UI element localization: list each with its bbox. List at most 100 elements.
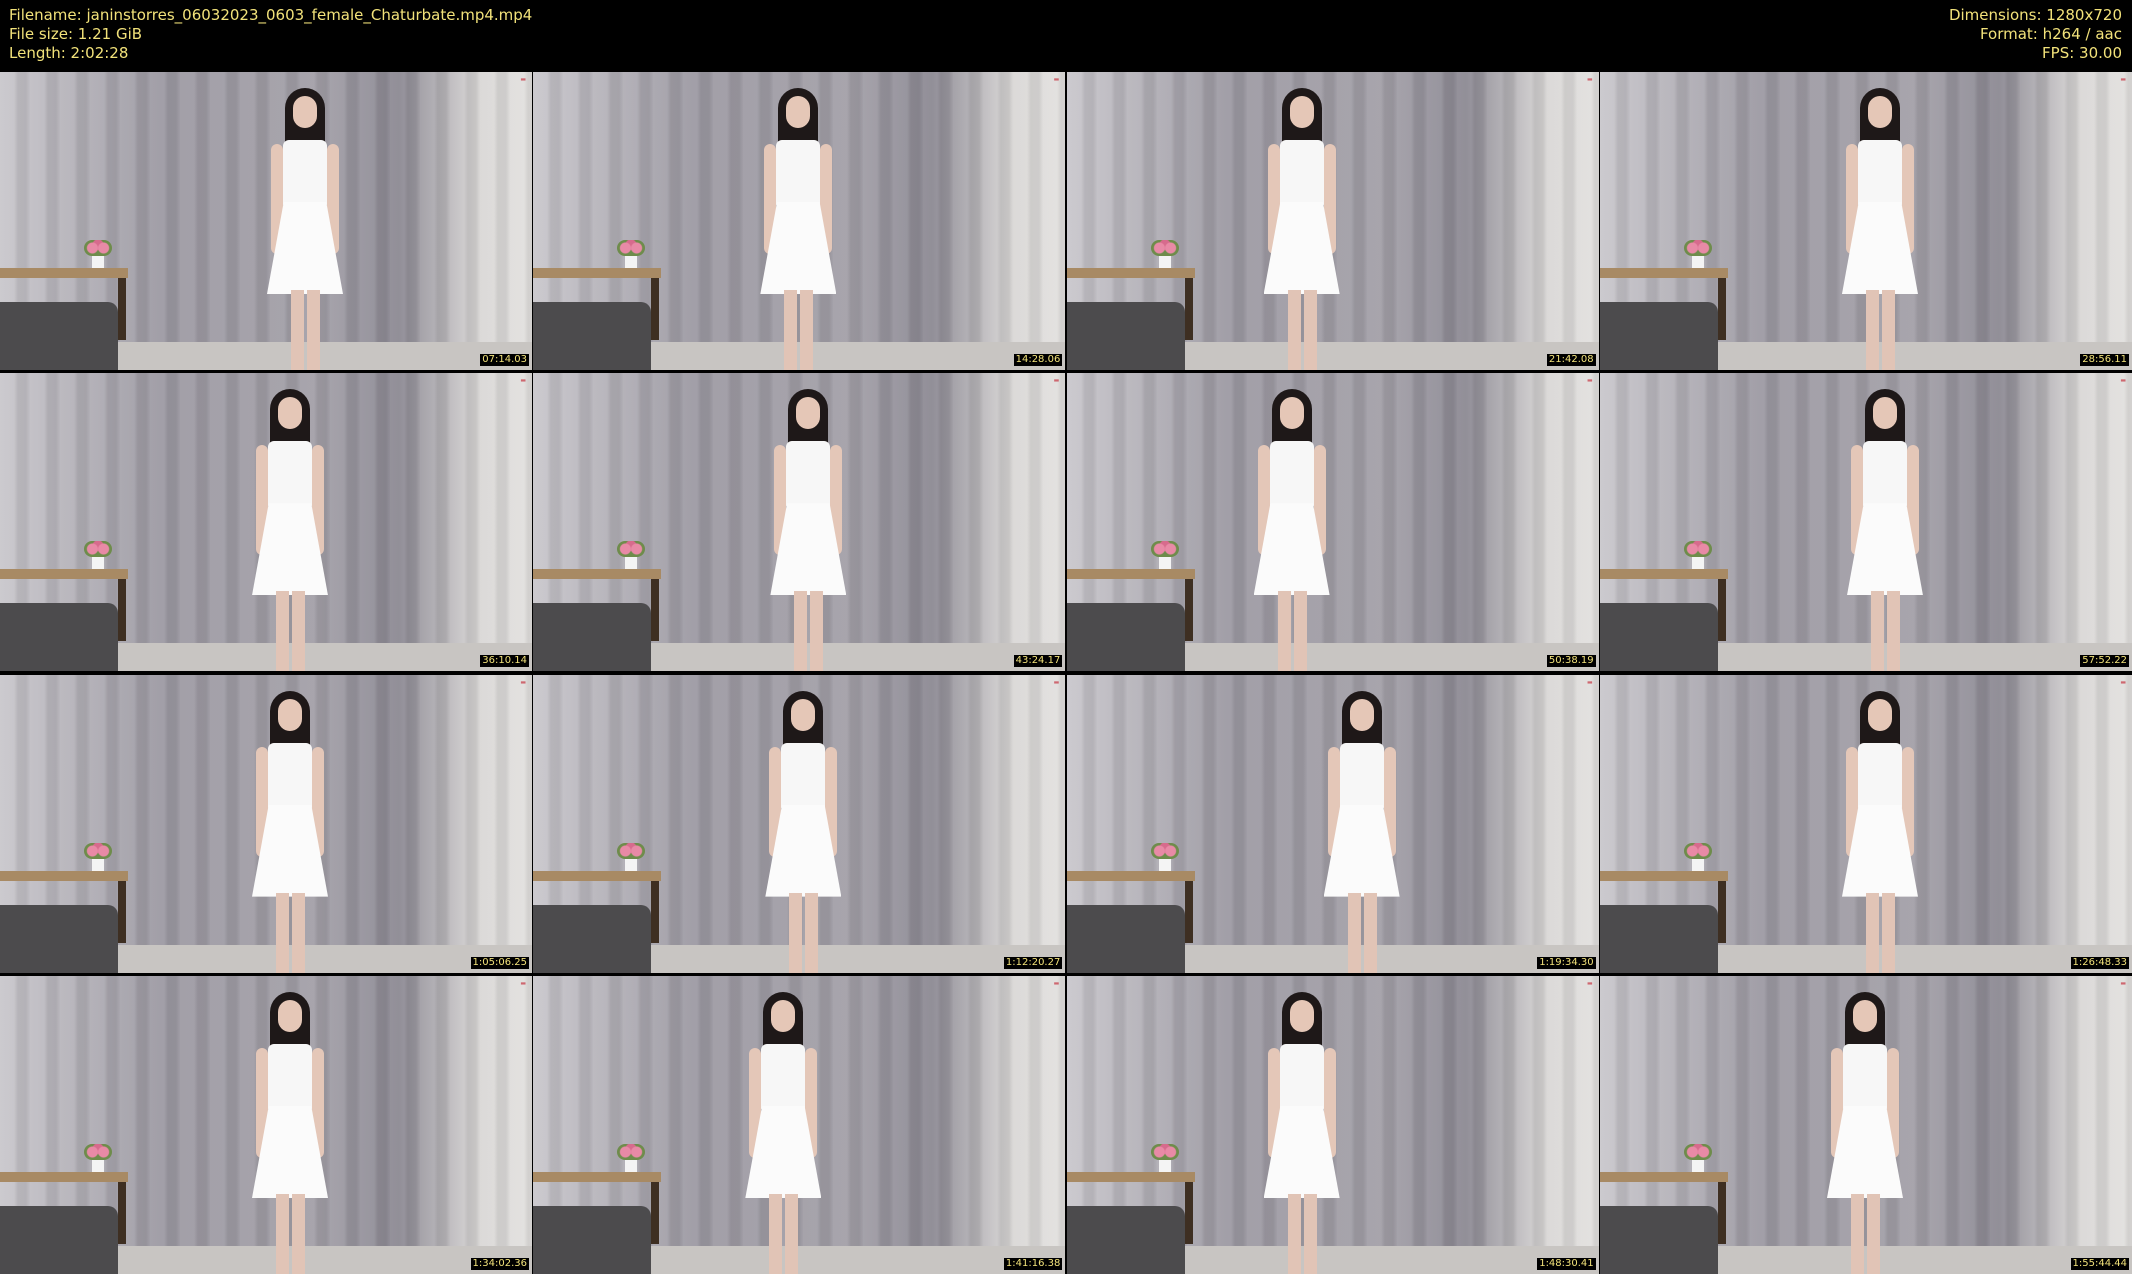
figure-top: [268, 441, 312, 508]
table-leg: [1184, 880, 1193, 943]
figure-top: [1279, 1043, 1324, 1110]
person-figure: [758, 383, 858, 672]
video-thumbnail[interactable]: ▬ 57:52.22: [1599, 373, 2132, 672]
watermark-icon: ▬: [1053, 678, 1060, 686]
figure-top: [1857, 742, 1902, 809]
thumbnail-timestamp: 50:38.19: [1546, 655, 1596, 668]
watermark-icon: ▬: [1053, 979, 1060, 987]
figure-leg-r: [1866, 1193, 1880, 1274]
watermark-icon: ▬: [520, 979, 526, 987]
thumbnail-timestamp: 1:55:44.44: [2070, 1257, 2129, 1270]
thumbnail-timestamp: 1:12:20.27: [1003, 956, 1063, 969]
figure-leg-l: [1865, 290, 1879, 370]
video-thumbnail[interactable]: ▬ 36:10.14: [0, 373, 532, 672]
figure-leg-r: [1293, 591, 1307, 672]
flower: [1150, 1143, 1179, 1160]
flower: [1683, 541, 1712, 558]
thumbnail-timestamp: 36:10.14: [480, 655, 529, 668]
flower-pot: [92, 1157, 104, 1172]
video-thumbnail[interactable]: ▬ 43:24.17: [533, 373, 1066, 672]
sofa: [1599, 904, 1718, 973]
flower-pot: [1158, 856, 1171, 871]
video-thumbnail[interactable]: ▬ 1:48:30.41: [1066, 975, 1599, 1274]
thumbnail-timestamp: 1:05:06.25: [470, 956, 529, 969]
video-thumbnail[interactable]: ▬ 1:34:02.36: [0, 975, 532, 1274]
person-figure: [1252, 82, 1352, 370]
video-thumbnail[interactable]: ▬ 07:14.03: [0, 72, 532, 370]
flower-pot: [625, 555, 638, 570]
video-thumbnail[interactable]: ▬ 1:19:34.30: [1066, 674, 1599, 973]
thumbnail-timestamp: 1:26:48.33: [2070, 956, 2129, 969]
video-thumbnail[interactable]: ▬ 1:26:48.33: [1599, 674, 2132, 973]
video-thumbnail[interactable]: ▬ 1:55:44.44: [1599, 975, 2132, 1274]
watermark-icon: ▬: [1586, 76, 1593, 83]
thumbnail-timestamp: 28:56.11: [2080, 354, 2129, 366]
table-leg: [1717, 880, 1726, 943]
table-leg: [1717, 278, 1726, 340]
figure-face: [278, 397, 302, 430]
person-figure: [1830, 82, 1930, 370]
side-table: [1599, 870, 1728, 881]
dimensions-text: Dimensions: 1280x720: [1948, 6, 2122, 24]
table-leg: [118, 278, 126, 340]
table-leg: [1184, 579, 1193, 642]
flower: [617, 842, 646, 859]
table-leg: [1184, 278, 1193, 340]
figure-top: [283, 140, 327, 206]
flower: [1150, 842, 1179, 859]
flower-pot: [1158, 555, 1171, 570]
flower-pot: [92, 254, 104, 268]
sofa: [533, 302, 652, 370]
watermark-icon: ▬: [2120, 979, 2126, 987]
filesize-text: File size: 1.21 GiB: [9, 25, 143, 43]
figure-leg-l: [276, 892, 289, 973]
sofa: [1599, 1205, 1718, 1274]
flower: [84, 842, 112, 859]
sofa: [1066, 1205, 1185, 1274]
thumbnail-timestamp: 07:14.03: [480, 354, 529, 366]
sofa: [533, 904, 652, 973]
flower-pot: [1691, 856, 1704, 871]
flower-pot: [92, 555, 104, 570]
table-leg: [118, 579, 126, 642]
watermark-icon: ▬: [1053, 76, 1060, 83]
figure-leg-l: [769, 1193, 783, 1274]
person-figure: [1835, 383, 1935, 672]
watermark-icon: ▬: [1053, 377, 1060, 385]
side-table: [1599, 569, 1728, 580]
person-figure: [1242, 383, 1342, 672]
watermark-icon: ▬: [520, 377, 526, 385]
side-table: [1066, 870, 1195, 881]
video-thumbnail[interactable]: ▬ 1:41:16.38: [533, 975, 1066, 1274]
figure-face: [293, 96, 317, 128]
video-thumbnail[interactable]: ▬ 28:56.11: [1599, 72, 2132, 370]
figure-top: [268, 1043, 312, 1110]
person-figure: [1815, 986, 1915, 1274]
flower: [84, 541, 112, 558]
figure-face: [278, 999, 302, 1032]
sofa: [1066, 302, 1185, 370]
video-thumbnail[interactable]: ▬ 21:42.08: [1066, 72, 1599, 370]
figure-top: [1269, 441, 1314, 508]
table-leg: [118, 880, 126, 943]
flower: [617, 240, 646, 256]
person-figure: [240, 986, 340, 1274]
video-thumbnail[interactable]: ▬ 1:12:20.27: [533, 674, 1066, 973]
thumbnail-grid: ▬ 07:14.03 ▬ 14:28.06 ▬ 21:42.08 ▬ 28:56.11 ▬ 36:…: [0, 72, 2132, 1274]
figure-leg-r: [1881, 290, 1895, 370]
metadata-right: Dimensions: 1280x720 Format: h264 / aac FP…: [1949, 6, 2122, 63]
figure-top: [786, 441, 831, 508]
sofa: [1599, 302, 1718, 370]
figure-leg-l: [1347, 892, 1361, 973]
video-thumbnail[interactable]: ▬ 50:38.19: [1066, 373, 1599, 672]
filename-text: Filename: janinstorres_06032023_0603_fem…: [9, 6, 533, 24]
metadata-left: Filename: janinstorres_06032023_0603_fem…: [9, 6, 532, 63]
flower-pot: [1691, 1157, 1704, 1172]
video-thumbnail[interactable]: ▬ 14:28.06: [533, 72, 1066, 370]
video-thumbnail[interactable]: ▬ 1:05:06.25: [0, 674, 532, 973]
thumbnail-timestamp: 1:48:30.41: [1537, 1257, 1596, 1270]
figure-leg-r: [292, 1193, 305, 1274]
flower: [1683, 1143, 1712, 1160]
figure-top: [1857, 140, 1902, 206]
sofa: [533, 1205, 652, 1274]
